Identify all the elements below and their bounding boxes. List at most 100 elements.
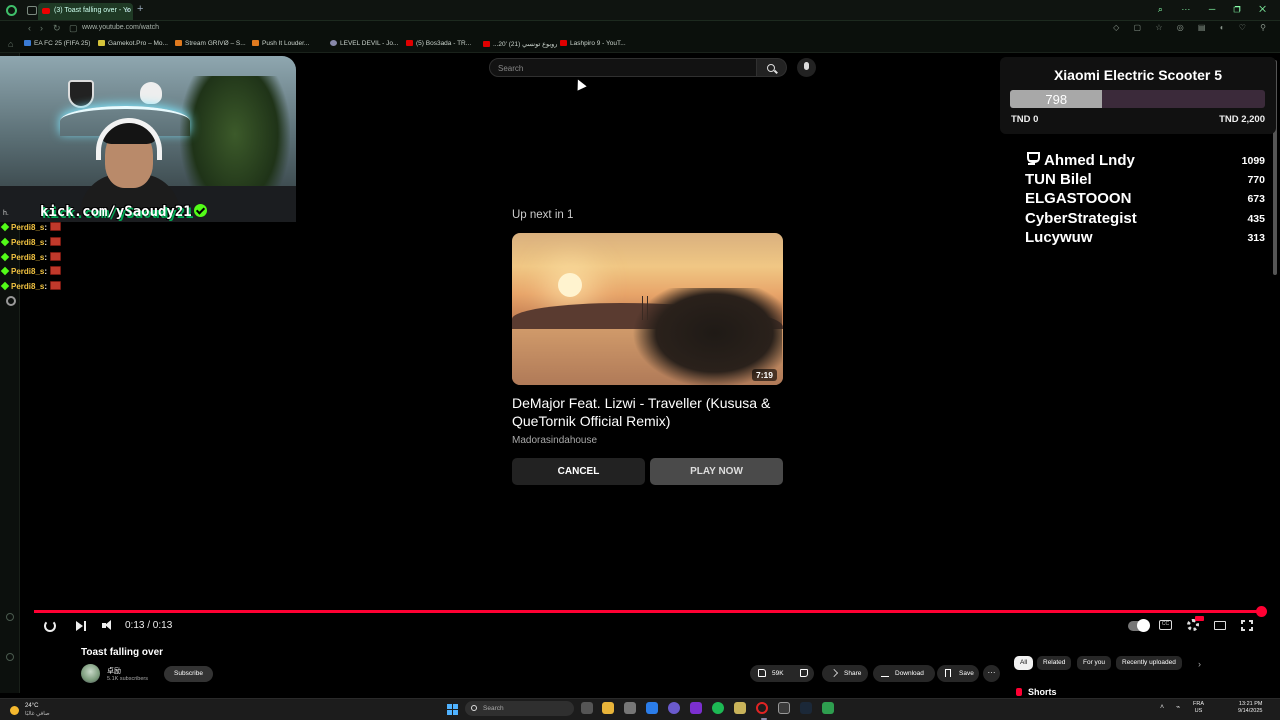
weather-temperature: 24°C (25, 703, 39, 709)
kick-channel-link: kick.com/ySaoudy21 (40, 204, 207, 220)
back-icon[interactable]: ‹ (28, 23, 31, 33)
bookmark-label: EA FC 25 (FIFA 25) (34, 40, 91, 47)
bookmark-label: (5) Bos3ada - TR... (416, 40, 472, 47)
window-controls[interactable]: ⌕ ⋯ ─ ❐ ✕ (1158, 4, 1274, 15)
bookmark-favicon-icon (175, 40, 182, 46)
cancel-autoplay-button[interactable]: CANCEL (512, 458, 645, 485)
windows-start-icon[interactable] (447, 704, 458, 715)
taskbar-clock[interactable]: 13:21 PM 9/14/2025 (1238, 701, 1262, 715)
play-now-button[interactable]: PLAY NOW (650, 458, 783, 485)
bookmark-item[interactable]: Lashpiro 9 - YouT... (560, 40, 626, 47)
chat-badge-icon (0, 267, 10, 276)
subtitles-icon[interactable]: CC (1159, 620, 1172, 630)
address-bar-actions[interactable]: ◇ ▢ ☆ ◎ ▤ ◐ ♡ ⚲ (1113, 23, 1272, 32)
more-actions-button[interactable]: ··· (983, 665, 1000, 682)
channel-name[interactable]: 卓励 (107, 666, 121, 676)
forward-icon[interactable]: › (40, 23, 43, 33)
autoplay-toggle[interactable] (1128, 619, 1150, 632)
bookmarks-home-icon[interactable]: ⌂ (8, 39, 13, 49)
app-next-icon[interactable] (690, 702, 702, 714)
taskbar-search-placeholder: Search (483, 705, 504, 712)
chevron-right-icon[interactable]: › (1198, 659, 1201, 669)
bookmark-label: Stream GRIVØ – S... (185, 40, 246, 47)
settings-gear-icon[interactable] (1187, 616, 1204, 631)
verified-icon (193, 204, 207, 217)
discord-icon[interactable] (668, 702, 680, 714)
chat-message: Perdi8_s: (0, 266, 82, 281)
subscribe-button[interactable]: Subscribe (164, 666, 213, 682)
chat-emote-icon (50, 251, 62, 261)
chat-emote-icon (50, 222, 62, 231)
download-icon (881, 669, 889, 677)
system-tray[interactable]: ˄ ⌁ (1160, 703, 1185, 711)
settings-app-icon[interactable] (778, 702, 790, 714)
channel-avatar[interactable] (81, 664, 100, 683)
save-label: Save (959, 670, 974, 677)
theater-mode-icon[interactable] (1214, 621, 1226, 630)
language-indicator[interactable]: FRA US (1193, 701, 1204, 715)
bookmark-item[interactable]: Push It Louder... (252, 40, 309, 47)
task-view-icon[interactable] (581, 702, 593, 714)
chat-username: Perdi8_s (11, 282, 45, 292)
taskbar-search[interactable]: Search (465, 701, 574, 716)
notes-icon[interactable] (734, 702, 746, 714)
chat-overlay: Perdi8_s: Perdi8_s: Perdi8_s: Perdi8_s: … (0, 222, 82, 296)
video-progress-bar[interactable] (34, 610, 1262, 613)
opera-gx-icon[interactable] (756, 702, 768, 720)
bookmark-item[interactable]: Stream GRIVØ – S... (175, 40, 246, 47)
chat-emote-icon (50, 236, 62, 246)
up-next-channel[interactable]: Madorasindahouse (512, 435, 597, 446)
like-count: 59K (772, 670, 784, 677)
calculator-icon[interactable] (624, 702, 636, 714)
voice-search-button[interactable] (797, 58, 816, 77)
xbox-icon[interactable] (822, 702, 834, 714)
bookmark-item[interactable]: ...20' روبوع تونسي (21) (483, 40, 557, 48)
time-display: 0:13 / 0:13 (125, 620, 173, 631)
bookmark-item[interactable]: (5) Bos3ada - TR... (406, 40, 471, 47)
tab-close-icon[interactable]: × (125, 6, 130, 15)
opera-logo-icon[interactable] (6, 5, 17, 16)
steam-icon[interactable] (800, 702, 812, 714)
sidebar-settings-icon[interactable] (6, 653, 14, 661)
active-tab[interactable]: (3) Toast falling over - Yo × (38, 3, 133, 20)
dislike-button[interactable] (800, 669, 808, 677)
outlook-icon[interactable] (646, 702, 658, 714)
chat-message: Perdi8_s: (0, 222, 82, 237)
trophy-icon (1025, 152, 1040, 166)
leaderboard-name: ELGASTOOON (1025, 190, 1132, 208)
fullscreen-icon[interactable] (1240, 619, 1254, 632)
video-title: Toast falling over (81, 647, 164, 658)
chip-recently-uploaded[interactable]: Recently uploaded (1116, 656, 1182, 670)
chat-separator: : (44, 282, 48, 292)
reload-icon[interactable]: ↻ (53, 23, 61, 34)
goal-max-label: TND 2,200 (1219, 114, 1265, 125)
chat-message: Perdi8_s: (0, 281, 82, 296)
search-button[interactable] (757, 58, 787, 77)
tab-list-icon[interactable] (27, 6, 37, 15)
up-next-title[interactable]: DeMajor Feat. Lizwi - Traveller (Kususa … (512, 394, 787, 430)
punisher-skull-icon (140, 82, 162, 104)
chat-username: Perdi8_s (11, 237, 45, 247)
spotify-icon[interactable] (712, 702, 724, 714)
up-next-thumbnail[interactable]: 7:19 (512, 233, 783, 385)
youtube-search-input[interactable]: Search (489, 58, 757, 77)
url-field[interactable]: www.youtube.com/watch (82, 24, 159, 31)
donation-goal: Xiaomi Electric Scooter 5 798 TND 0 TND … (1000, 57, 1276, 134)
bookmark-item[interactable]: EA FC 25 (FIFA 25) (24, 40, 90, 47)
microphone-icon (804, 62, 809, 70)
chat-separator: : (44, 237, 48, 247)
bookmark-item[interactable]: LEVEL DEVIL - Jo... (330, 40, 398, 47)
replay-icon[interactable] (44, 620, 56, 632)
chip-all[interactable]: All (1014, 656, 1034, 670)
chip-for-you[interactable]: For you (1077, 656, 1112, 670)
goal-progress-bar: 798 (1010, 90, 1265, 108)
file-explorer-icon[interactable] (602, 702, 614, 714)
bookmark-item[interactable]: Gamekot.Pro – Mo... (98, 40, 168, 47)
mouse-cursor-icon (573, 77, 587, 91)
download-button[interactable]: Download (873, 665, 935, 682)
goal-current-value: 798 (1045, 92, 1068, 107)
chip-related[interactable]: Related (1037, 656, 1072, 670)
save-button[interactable]: Save (937, 665, 979, 682)
share-button[interactable]: Share (822, 665, 868, 682)
new-tab-icon[interactable]: + (137, 3, 143, 15)
